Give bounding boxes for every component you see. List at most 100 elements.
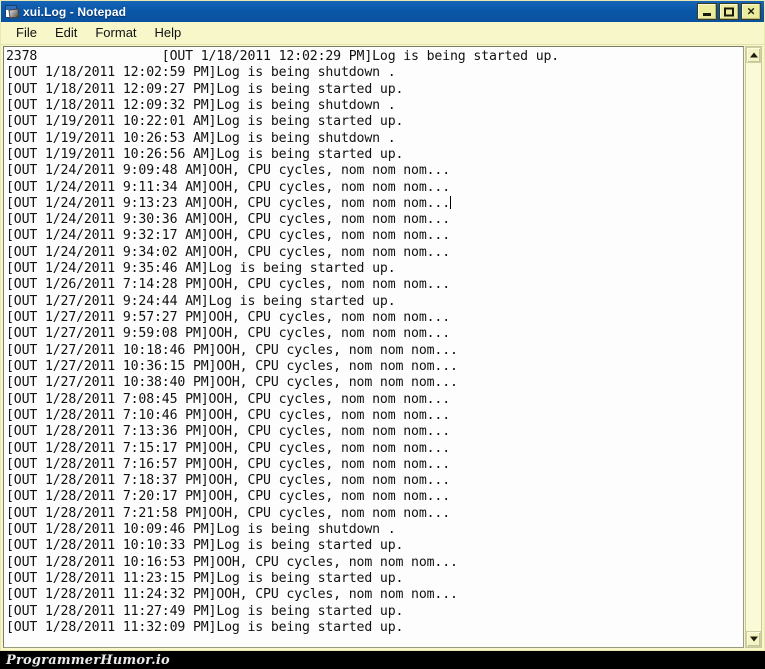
log-line-text: [OUT 1/28/2011 11:24:32 PM]OOH, CPU cycl… [6,587,458,603]
log-line: [OUT 1/28/2011 7:21:58 PM]OOH, CPU cycle… [6,506,743,522]
log-line: [OUT 1/27/2011 10:18:46 PM]OOH, CPU cycl… [6,343,743,359]
log-line: [OUT 1/28/2011 11:23:15 PM]Log is being … [6,571,743,587]
log-line-text: [OUT 1/24/2011 9:35:46 AM]Log is being s… [6,261,396,277]
vertical-scrollbar[interactable] [745,46,762,648]
log-line-text: [OUT 1/24/2011 9:11:34 AM]OOH, CPU cycle… [6,179,451,195]
log-line: [OUT 1/28/2011 10:16:53 PM]OOH, CPU cycl… [6,555,743,571]
title-bar[interactable]: xui.Log - Notepad × [1,1,764,22]
log-line-text: [OUT 1/27/2011 10:38:40 PM]OOH, CPU cycl… [6,375,458,391]
log-line: [OUT 1/24/2011 9:34:02 AM]OOH, CPU cycle… [6,245,743,261]
log-line-text: [OUT 1/26/2011 7:14:28 PM]OOH, CPU cycle… [6,277,451,293]
log-line-text: 2378 [OUT 1/18/2011 12:02:29 PM]Log is b… [6,49,560,64]
menu-item-file[interactable]: File [7,24,46,42]
watermark-bar: ProgrammerHumor.io [0,651,765,669]
log-line: [OUT 1/27/2011 9:24:44 AM]Log is being s… [6,294,743,310]
log-line-text: [OUT 1/28/2011 7:15:17 PM]OOH, CPU cycle… [6,440,451,456]
log-line: [OUT 1/19/2011 10:22:01 AM]Log is being … [6,114,743,130]
log-line: [OUT 1/28/2011 7:16:57 PM]OOH, CPU cycle… [6,457,743,473]
log-line-text: [OUT 1/18/2011 12:09:27 PM]Log is being … [6,81,404,97]
log-line: [OUT 1/28/2011 7:10:46 PM]OOH, CPU cycle… [6,408,743,424]
menu-item-edit[interactable]: Edit [46,24,86,42]
log-line-text: [OUT 1/19/2011 10:26:53 AM]Log is being … [6,130,396,146]
window-controls: × [697,3,762,20]
log-line-text: [OUT 1/28/2011 7:10:46 PM]OOH, CPU cycle… [6,407,451,423]
log-line: [OUT 1/24/2011 9:13:23 AM]OOH, CPU cycle… [6,195,743,212]
log-line-text: [OUT 1/28/2011 7:08:45 PM]OOH, CPU cycle… [6,391,451,407]
log-line: [OUT 1/24/2011 9:11:34 AM]OOH, CPU cycle… [6,180,743,196]
scroll-up-button[interactable] [746,47,761,63]
log-line-text: [OUT 1/28/2011 11:32:09 PM]Log is being … [6,619,404,635]
log-line: [OUT 1/28/2011 10:09:46 PM]Log is being … [6,522,743,538]
notepad-window: xui.Log - Notepad × File Edit Format Hel… [0,0,765,651]
scroll-down-button[interactable] [746,631,761,647]
log-line: [OUT 1/27/2011 10:38:40 PM]OOH, CPU cycl… [6,375,743,391]
log-line: [OUT 1/24/2011 9:32:17 AM]OOH, CPU cycle… [6,228,743,244]
log-line: [OUT 1/18/2011 12:09:27 PM]Log is being … [6,82,743,98]
log-line-text: [OUT 1/28/2011 10:10:33 PM]Log is being … [6,538,404,554]
text-caret [450,195,452,209]
log-line: [OUT 1/24/2011 9:35:46 AM]Log is being s… [6,261,743,277]
minimize-button[interactable] [697,3,717,20]
log-line: [OUT 1/27/2011 10:36:15 PM]OOH, CPU cycl… [6,359,743,375]
chevron-down-icon [749,636,758,642]
log-line: 2378 [OUT 1/18/2011 12:02:29 PM]Log is b… [6,49,743,65]
client-area: 2378 [OUT 1/18/2011 12:02:29 PM]Log is b… [1,45,764,650]
log-line-text: [OUT 1/27/2011 10:36:15 PM]OOH, CPU cycl… [6,358,458,374]
notepad-icon [4,4,20,19]
chevron-up-icon [749,52,758,58]
log-line-text: [OUT 1/27/2011 10:18:46 PM]OOH, CPU cycl… [6,342,458,358]
log-line-text: [OUT 1/28/2011 11:23:15 PM]Log is being … [6,571,404,586]
maximize-icon [724,7,734,16]
log-line-text: [OUT 1/28/2011 10:16:53 PM]OOH, CPU cycl… [6,554,458,570]
text-editor[interactable]: 2378 [OUT 1/18/2011 12:02:29 PM]Log is b… [3,46,744,648]
log-line: [OUT 1/19/2011 10:26:56 AM]Log is being … [6,147,743,163]
log-line: [OUT 1/28/2011 7:20:17 PM]OOH, CPU cycle… [6,489,743,505]
log-line-text: [OUT 1/28/2011 7:18:37 PM]OOH, CPU cycle… [6,473,451,489]
log-line: [OUT 1/28/2011 7:15:17 PM]OOH, CPU cycle… [6,441,743,457]
log-line: [OUT 1/28/2011 10:10:33 PM]Log is being … [6,538,743,554]
log-line-text: [OUT 1/24/2011 9:09:48 AM]OOH, CPU cycle… [6,163,451,179]
log-line: [OUT 1/28/2011 7:13:36 PM]OOH, CPU cycle… [6,424,743,440]
log-line: [OUT 1/18/2011 12:02:59 PM]Log is being … [6,65,743,81]
minimize-icon [703,13,711,16]
log-line: [OUT 1/28/2011 7:08:45 PM]OOH, CPU cycle… [6,392,743,408]
log-line-text: [OUT 1/24/2011 9:34:02 AM]OOH, CPU cycle… [6,244,451,260]
log-line-text: [OUT 1/18/2011 12:09:32 PM]Log is being … [6,97,396,113]
scrollbar-track[interactable] [746,63,761,631]
log-line-text: [OUT 1/28/2011 7:21:58 PM]OOH, CPU cycle… [6,505,451,521]
maximize-button[interactable] [719,3,739,20]
close-button[interactable]: × [741,3,761,20]
log-line-text: [OUT 1/28/2011 11:27:49 PM]Log is being … [6,603,404,619]
log-line-text: [OUT 1/28/2011 7:20:17 PM]OOH, CPU cycle… [6,489,451,505]
log-line: [OUT 1/18/2011 12:09:32 PM]Log is being … [6,98,743,114]
log-line: [OUT 1/28/2011 7:18:37 PM]OOH, CPU cycle… [6,473,743,489]
log-line-text: [OUT 1/24/2011 9:30:36 AM]OOH, CPU cycle… [6,212,451,228]
log-line: [OUT 1/28/2011 11:27:49 PM]Log is being … [6,604,743,620]
log-line: [OUT 1/19/2011 10:26:53 AM]Log is being … [6,131,743,147]
log-line: [OUT 1/24/2011 9:30:36 AM]OOH, CPU cycle… [6,212,743,228]
window-title: xui.Log - Notepad [23,4,127,19]
log-line: [OUT 1/28/2011 11:24:32 PM]OOH, CPU cycl… [6,587,743,603]
log-line-text: [OUT 1/28/2011 10:09:46 PM]Log is being … [6,522,396,538]
log-line-text: [OUT 1/27/2011 9:24:44 AM]Log is being s… [6,293,396,309]
log-line: [OUT 1/27/2011 9:59:08 PM]OOH, CPU cycle… [6,326,743,342]
log-line: [OUT 1/27/2011 9:57:27 PM]OOH, CPU cycle… [6,310,743,326]
log-line-text: [OUT 1/18/2011 12:02:59 PM]Log is being … [6,65,396,81]
close-icon: × [747,3,755,18]
watermark-text: ProgrammerHumor.io [6,652,170,668]
document-text: 2378 [OUT 1/18/2011 12:02:29 PM]Log is b… [6,49,743,636]
menu-item-format[interactable]: Format [86,24,145,42]
log-line-text: [OUT 1/27/2011 9:57:27 PM]OOH, CPU cycle… [6,310,451,325]
log-line-text: [OUT 1/19/2011 10:26:56 AM]Log is being … [6,146,404,162]
log-line-text: [OUT 1/24/2011 9:13:23 AM]OOH, CPU cycle… [6,195,451,211]
log-line: [OUT 1/26/2011 7:14:28 PM]OOH, CPU cycle… [6,277,743,293]
log-line-text: [OUT 1/28/2011 7:16:57 PM]OOH, CPU cycle… [6,456,451,472]
log-line-text: [OUT 1/19/2011 10:22:01 AM]Log is being … [6,114,404,130]
log-line: [OUT 1/28/2011 11:32:09 PM]Log is being … [6,620,743,636]
log-line-text: [OUT 1/24/2011 9:32:17 AM]OOH, CPU cycle… [6,228,451,244]
log-line-text: [OUT 1/27/2011 9:59:08 PM]OOH, CPU cycle… [6,326,451,342]
menu-item-help[interactable]: Help [146,24,191,42]
log-line-text: [OUT 1/28/2011 7:13:36 PM]OOH, CPU cycle… [6,424,451,440]
log-line: [OUT 1/24/2011 9:09:48 AM]OOH, CPU cycle… [6,163,743,179]
menu-bar: File Edit Format Help [1,22,764,45]
